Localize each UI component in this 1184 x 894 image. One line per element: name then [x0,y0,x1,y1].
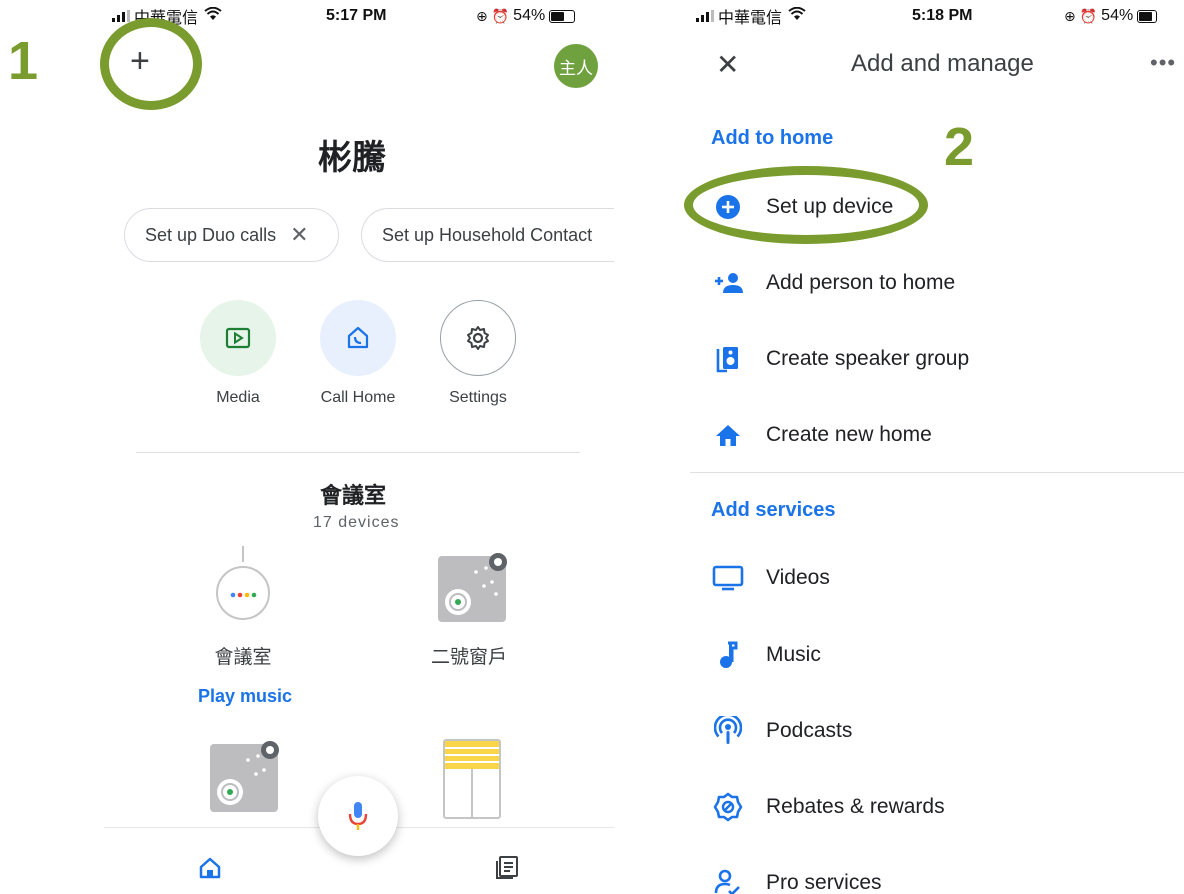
speaker-group-label: Create speaker group [766,347,970,370]
create-home-row[interactable]: Create new home [690,405,1184,465]
mic-button[interactable] [318,776,398,856]
section-divider [690,472,1184,473]
call-home-label: Call Home [320,389,396,406]
pro-services-row[interactable]: Pro services [690,853,1184,894]
settings-label: Settings [449,389,507,406]
step-number-2: 2 [944,117,975,177]
window-sensor-icon [438,553,507,622]
chip-duo-calls[interactable]: Set up Duo calls ✕ [124,208,339,262]
blinds-icon [443,739,501,819]
signal-icon [112,10,130,22]
settings-button[interactable] [440,300,516,376]
chip-household-label: Set up Household Contact [382,224,593,245]
wifi-icon [788,6,806,25]
speaker-icon [716,347,738,373]
media-label: Media [216,389,260,406]
battery-icon [1137,9,1158,23]
create-home-label: Create new home [766,423,932,446]
nav-home-tab[interactable] [198,856,222,885]
play-music-link[interactable]: Play music [198,686,292,707]
battery-percent: 54% [513,7,546,24]
page-title: Add and manage [851,50,1034,77]
close-button[interactable]: ✕ [716,48,739,81]
videos-row[interactable]: Videos [690,548,1184,608]
add-person-icon [715,273,743,293]
device-label-speaker: 會議室 [214,647,272,668]
home-title: 彬騰 [318,139,386,177]
carrier-label: 中華電信 [718,10,783,27]
call-home-icon [347,326,369,349]
room-title: 會議室 [320,483,387,508]
speaker-group-row[interactable]: Create speaker group [690,329,1184,389]
call-home-button[interactable] [320,300,396,376]
close-icon[interactable]: ✕ [290,222,308,248]
device-tile-4[interactable] [442,738,502,820]
rebates-row[interactable]: Rebates & rewards [690,777,1184,837]
add-person-label: Add person to home [766,271,956,294]
battery-percent: 54% [1101,7,1134,24]
signal-icon [696,10,714,22]
device-label-window: 二號窗戶 [430,647,507,668]
section-add-services: Add services [711,499,836,521]
smart-speaker-icon [216,546,270,620]
home-icon [199,857,221,879]
section-add-to-home: Add to home [711,127,834,149]
chip-duo-label: Set up Duo calls [145,224,277,245]
videos-label: Videos [766,566,830,589]
speaker-device-tile[interactable] [212,546,274,626]
rebates-label: Rebates & rewards [766,795,945,818]
room-device-count: 17 devices [313,514,400,531]
divider [136,452,580,453]
music-row[interactable]: Music [690,625,1184,685]
music-note-icon [720,641,738,668]
battery-icon [549,9,576,23]
rotation-lock-icon: ⊕ [1064,7,1076,24]
nav-feed-tab[interactable] [494,854,520,885]
add-button[interactable]: + [130,42,150,81]
pro-services-label: Pro services [766,871,882,894]
chip-household-contact[interactable]: Set up Household Contact [361,208,614,262]
highlight-circle-setup [684,166,928,244]
window-sensor-icon [210,741,279,812]
more-options-icon[interactable]: ••• [1150,50,1176,76]
podcast-icon [714,716,742,744]
settings-icon [467,326,489,350]
status-time: 5:18 PM [912,7,973,24]
pro-services-icon [714,869,740,894]
highlight-circle-plus [100,18,202,110]
rotation-lock-icon: ⊕ [476,7,488,24]
step-number-1: 1 [8,31,39,91]
feed-icon [496,856,518,879]
media-icon [225,327,251,349]
add-person-row[interactable]: Add person to home [690,253,1184,313]
media-button[interactable] [200,300,276,376]
podcasts-label: Podcasts [766,719,853,742]
device-tile-3[interactable] [208,736,288,814]
podcasts-row[interactable]: Podcasts [690,701,1184,761]
alarm-icon: ⏰ [1079,7,1098,24]
avatar[interactable]: 主人 [554,44,598,88]
alarm-icon: ⏰ [491,7,510,24]
status-time: 5:17 PM [326,7,387,24]
home-icon [716,425,740,446]
mic-icon [348,802,368,830]
wifi-icon [204,6,222,25]
rebate-icon [713,792,743,822]
window-device-tile[interactable] [436,548,516,626]
tv-icon [712,565,744,591]
music-label: Music [766,643,821,666]
